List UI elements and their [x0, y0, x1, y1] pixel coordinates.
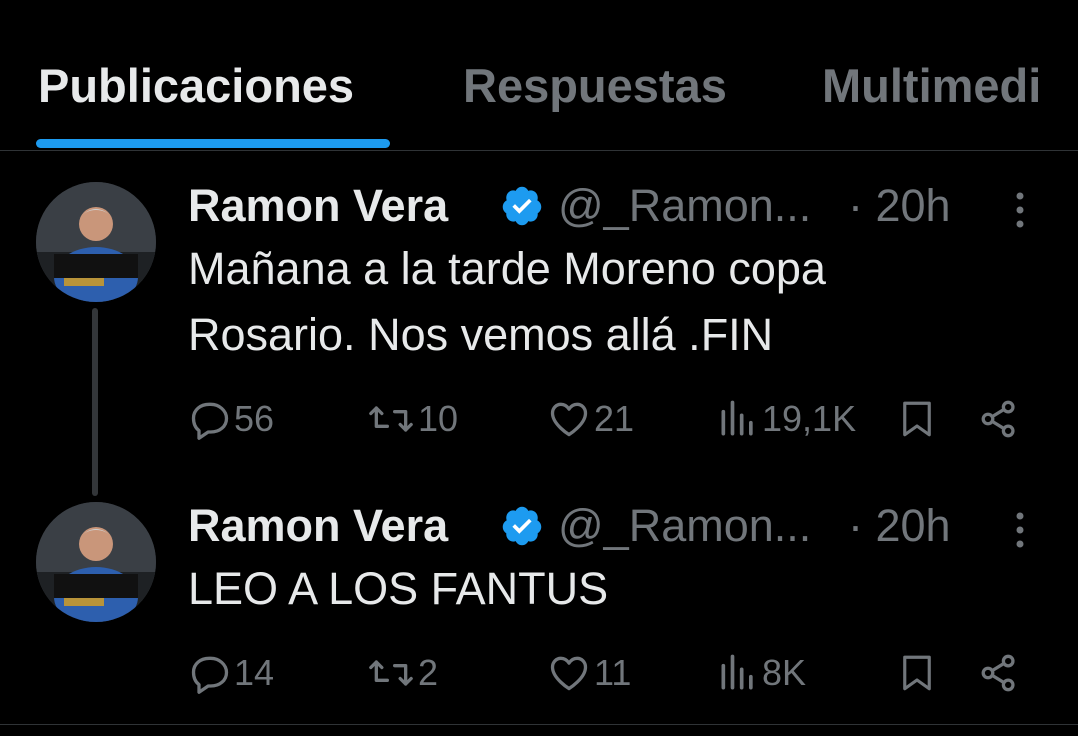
author-handle[interactable]: @_Ramon... [558, 500, 811, 552]
share-icon [981, 654, 1015, 692]
repost-count: 2 [418, 652, 439, 693]
repost-button[interactable]: 2 [366, 648, 438, 698]
repost-button[interactable]: 10 [366, 394, 458, 444]
verified-badge-icon [502, 506, 542, 546]
tab-multimedia[interactable]: Multimedi [822, 58, 1041, 113]
more-icon[interactable] [1010, 510, 1030, 550]
like-button[interactable]: 11 [546, 648, 631, 698]
tweet-text-line: LEO A LOS FANTUS [188, 563, 609, 614]
repost-icon [369, 406, 413, 432]
share-icon [981, 400, 1015, 438]
like-icon [550, 402, 588, 437]
views-icon [721, 400, 753, 436]
author-handle[interactable]: @_Ramon... [558, 180, 811, 232]
timestamp[interactable]: · 20h [848, 180, 951, 232]
reply-icon [191, 402, 229, 440]
tweet-actions: 14 2 11 8K [0, 648, 1078, 698]
share-button[interactable] [976, 394, 1022, 444]
like-button[interactable]: 21 [546, 394, 634, 444]
reply-button[interactable]: 56 [188, 394, 274, 444]
bookmark-button[interactable] [896, 648, 938, 698]
views-button[interactable]: 19,1K [716, 394, 856, 444]
tweet-actions: 56 10 21 19,1K [0, 394, 1078, 444]
author-name[interactable]: Ramon Vera [188, 500, 448, 552]
reply-count: 56 [234, 398, 275, 439]
like-count: 11 [594, 652, 632, 693]
more-icon[interactable] [1010, 190, 1030, 230]
views-count: 8K [762, 652, 807, 693]
tweet-text: Mañana a la tarde Moreno copa Rosario. N… [188, 236, 988, 368]
active-tab-indicator [36, 139, 390, 148]
avatar[interactable] [36, 502, 156, 622]
bookmark-icon [903, 401, 931, 437]
author-name[interactable]: Ramon Vera [188, 180, 448, 232]
tweet-text-line: Rosario. Nos vemos allá .FIN [188, 309, 774, 360]
share-button[interactable] [976, 648, 1022, 698]
repost-count: 10 [418, 398, 459, 439]
like-icon [550, 656, 588, 691]
reply-icon [191, 656, 229, 694]
verified-badge-icon [502, 186, 542, 226]
feed-divider [0, 724, 1078, 725]
bookmark-button[interactable] [896, 394, 938, 444]
profile-tabs: Publicaciones Respuestas Multimedi [0, 0, 1078, 151]
views-icon [721, 654, 753, 690]
reply-button[interactable]: 14 [188, 648, 274, 698]
tab-respuestas[interactable]: Respuestas [463, 58, 727, 113]
like-count: 21 [594, 398, 635, 439]
bookmark-icon [903, 655, 931, 691]
tweet-text: LEO A LOS FANTUS [188, 556, 988, 622]
reply-count: 14 [234, 652, 275, 693]
tweet-text-line: Mañana a la tarde Moreno copa [188, 243, 826, 294]
timestamp[interactable]: · 20h [848, 500, 951, 552]
repost-icon [369, 660, 413, 686]
views-count: 19,1K [762, 398, 857, 439]
avatar[interactable] [36, 182, 156, 302]
views-button[interactable]: 8K [716, 648, 806, 698]
tab-publicaciones[interactable]: Publicaciones [38, 58, 354, 113]
